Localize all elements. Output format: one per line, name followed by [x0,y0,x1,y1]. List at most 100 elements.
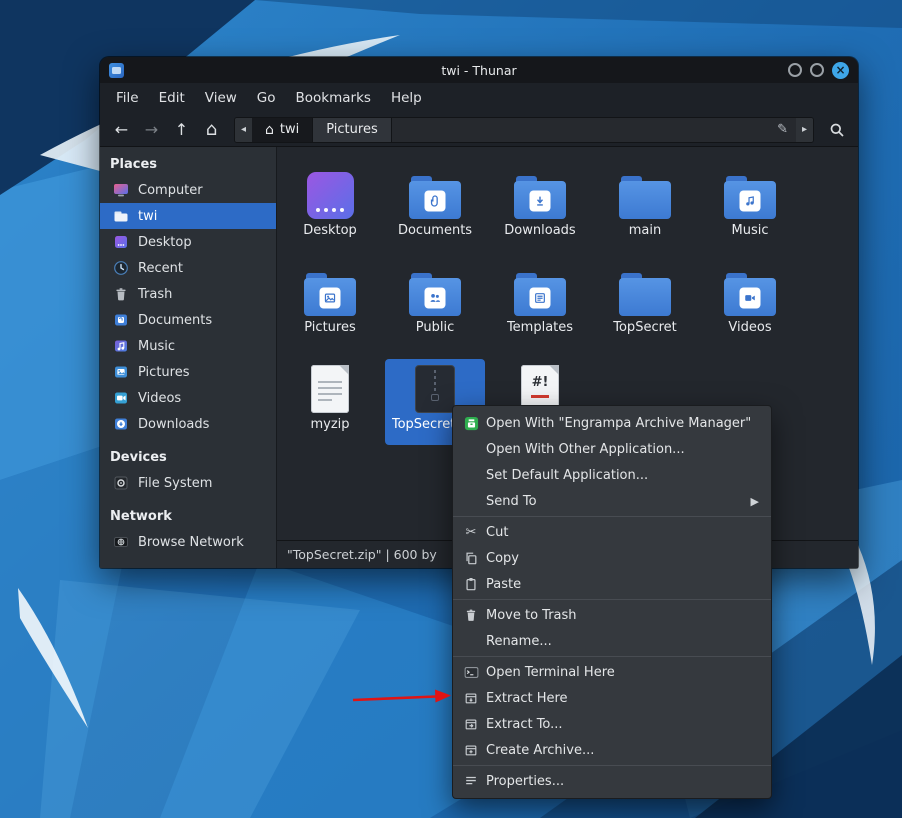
path-field[interactable]: ✎ [392,118,796,142]
no-icon [463,493,479,509]
menu-edit[interactable]: Edit [149,86,195,110]
menu-bookmarks[interactable]: Bookmarks [286,86,381,110]
menu-item-create-archive[interactable]: Create Archive... [453,737,771,763]
file-label: Desktop [303,223,357,238]
menu-item-extract-to[interactable]: Extract To... [453,711,771,737]
network-icon [113,534,129,550]
sidebar-item-label: Pictures [138,365,189,380]
menu-item-label: Open With Other Application... [486,442,685,457]
up-button[interactable]: ↑ [168,117,195,143]
sidebar-item-downloads[interactable]: Downloads [100,411,276,437]
sidebar-item-label: twi [138,209,157,224]
file-item-topsecret-folder[interactable]: TopSecret [595,262,695,348]
menu-item-move-to-trash[interactable]: Move to Trash [453,602,771,628]
menu-item-label: Extract Here [486,691,568,706]
menu-item-open-with-other[interactable]: Open With Other Application... [453,436,771,462]
search-button[interactable] [823,117,850,143]
file-item-main[interactable]: main [595,165,695,251]
menu-item-extract-here[interactable]: Extract Here [453,685,771,711]
sidebar-item-trash[interactable]: Trash [100,281,276,307]
menu-item-label: Extract To... [486,717,563,732]
sidebar-item-label: Downloads [138,417,209,432]
sidebar-item-label: Desktop [138,235,192,250]
folder-paperclip-icon [409,176,461,219]
sidebar-item-file-system[interactable]: File System [100,470,276,496]
forward-button[interactable]: → [138,117,165,143]
scissors-icon: ✂ [463,524,479,540]
sidebar-section-devices: Devices [100,444,276,470]
menu-item-open-terminal-here[interactable]: Open Terminal Here [453,659,771,685]
file-item-documents[interactable]: Documents [385,165,485,251]
sidebar-item-music[interactable]: Music [100,333,276,359]
menu-item-label: Rename... [486,634,552,649]
file-label: Documents [398,223,472,238]
breadcrumb-scroll-left-icon[interactable]: ◂ [235,118,252,142]
menu-item-properties[interactable]: Properties... [453,768,771,794]
menu-view[interactable]: View [195,86,247,110]
file-item-templates[interactable]: Templates [490,262,590,348]
maximize-button[interactable] [810,63,824,77]
titlebar[interactable]: twi - Thunar × [100,57,858,83]
menu-help[interactable]: Help [381,86,432,110]
sidebar-item-browse-network[interactable]: Browse Network [100,529,276,555]
file-label: Videos [728,320,771,335]
file-item-public[interactable]: Public [385,262,485,348]
file-item-music[interactable]: Music [700,165,800,251]
close-button[interactable]: × [832,62,849,79]
downloads-icon [113,416,129,432]
folder-download-icon [514,176,566,219]
extract-icon [463,690,479,706]
menu-item-open-with-engrampa[interactable]: Open With "Engrampa Archive Manager" [453,410,771,436]
sidebar-item-computer[interactable]: Computer [100,177,276,203]
engrampa-icon [463,415,479,431]
folder-picture-icon [304,273,356,316]
sidebar-item-label: Videos [138,391,181,406]
recent-clock-icon [113,260,129,276]
file-item-myzip[interactable]: myzip [280,359,380,445]
file-item-pictures[interactable]: Pictures [280,262,380,348]
path-bar: ◂ ⌂ twi Pictures ✎ ▸ [234,117,814,143]
menu-go[interactable]: Go [247,86,286,110]
sidebar-item-desktop[interactable]: Desktop [100,229,276,255]
menu-separator [453,599,771,600]
breadcrumb-scroll-right-icon[interactable]: ▸ [796,118,813,142]
sidebar-item-pictures[interactable]: Pictures [100,359,276,385]
sidebar-item-videos[interactable]: Videos [100,385,276,411]
menu-item-cut[interactable]: ✂ Cut [453,519,771,545]
sidebar-item-documents[interactable]: Documents [100,307,276,333]
menu-item-rename[interactable]: Rename... [453,628,771,654]
pictures-icon [113,364,129,380]
minimize-button[interactable] [788,63,802,77]
sidebar-section-network: Network [100,503,276,529]
file-item-desktop[interactable]: Desktop [280,165,380,251]
folder-music-icon [724,176,776,219]
menu-file[interactable]: File [106,86,149,110]
document-icon [311,365,349,413]
menu-item-copy[interactable]: Copy [453,545,771,571]
menu-item-label: Move to Trash [486,608,577,623]
sidebar-item-label: Computer [138,183,203,198]
no-icon [463,467,479,483]
menu-item-label: Set Default Application... [486,468,648,483]
file-item-downloads[interactable]: Downloads [490,165,590,251]
sidebar-item-twi[interactable]: twi [100,203,276,229]
back-button[interactable]: ← [108,117,135,143]
home-button[interactable]: ⌂ [198,117,225,143]
file-item-videos[interactable]: Videos [700,262,800,348]
edit-path-icon[interactable]: ✎ [777,122,788,137]
breadcrumb-home[interactable]: ⌂ twi [252,118,312,142]
menu-separator [453,765,771,766]
menu-item-set-default-application[interactable]: Set Default Application... [453,462,771,488]
trash-icon [113,286,129,302]
menu-item-label: Create Archive... [486,743,594,758]
sidebar-item-label: File System [138,476,212,491]
menu-separator [453,656,771,657]
breadcrumb-pictures[interactable]: Pictures [312,118,391,142]
sidebar-item-label: Documents [138,313,212,328]
properties-icon [463,773,479,789]
menu-item-label: Properties... [486,774,564,789]
menu-item-label: Paste [486,577,521,592]
menu-item-paste[interactable]: Paste [453,571,771,597]
menu-item-send-to[interactable]: Send To ▶ [453,488,771,514]
sidebar-item-recent[interactable]: Recent [100,255,276,281]
